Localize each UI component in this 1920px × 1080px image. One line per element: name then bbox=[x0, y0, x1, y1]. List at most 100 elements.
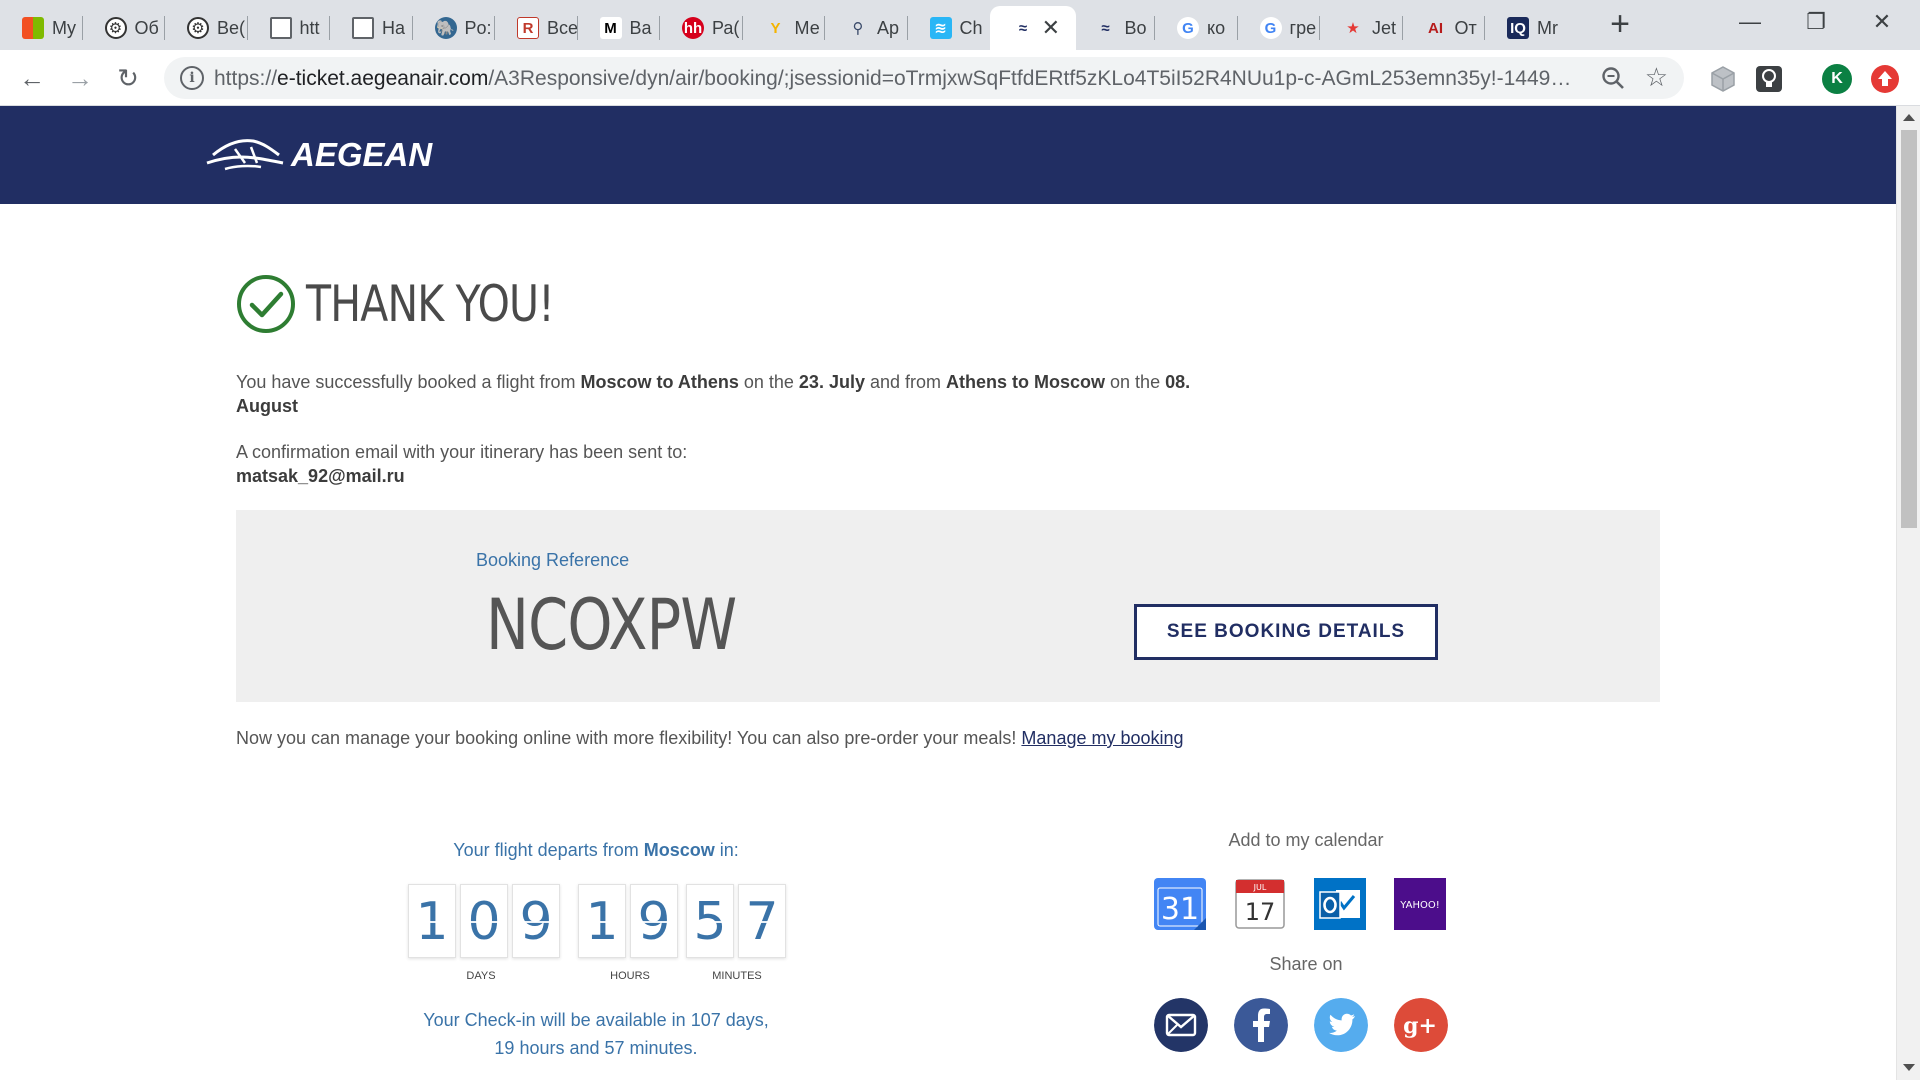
google-calendar-day: 31 bbox=[1161, 892, 1199, 927]
browser-tab[interactable]: Gко bbox=[1155, 6, 1238, 50]
browser-tab[interactable]: ★ Jet bbox=[1320, 6, 1403, 50]
booking-reference-label: Booking Reference bbox=[476, 550, 630, 570]
logo-wordmark: AEGEAN bbox=[291, 136, 433, 173]
ai-icon: AI bbox=[1428, 19, 1443, 37]
browser-tab[interactable]: ≈ Во bbox=[1073, 6, 1156, 50]
manage-booking-text: Now you can manage your booking online w… bbox=[236, 728, 1184, 749]
confirmation-email: matsak_92@mail.ru bbox=[236, 466, 405, 486]
browser-tab-label: На bbox=[382, 17, 406, 38]
browser-tab[interactable]: IQ Mr bbox=[1485, 6, 1568, 50]
scroll-down-arrow-icon[interactable] bbox=[1903, 1064, 1915, 1071]
see-booking-details-button[interactable]: SEE BOOKING DETAILS bbox=[1134, 604, 1438, 660]
browser-tab[interactable]: ≋ Ch bbox=[908, 6, 991, 50]
share-email-icon[interactable] bbox=[1154, 998, 1208, 1052]
browser-tab[interactable]: Y Ме bbox=[743, 6, 826, 50]
browser-tab-label: My bbox=[52, 17, 76, 38]
update-arrow-icon[interactable] bbox=[1870, 64, 1900, 94]
address-bar[interactable]: i https://e-ticket.aegeanair.com/A3Respo… bbox=[164, 57, 1684, 99]
yahoo-calendar-icon[interactable]: YAHOO! bbox=[1394, 878, 1446, 930]
booking-summary-text: You have successfully booked a flight fr… bbox=[236, 370, 1196, 418]
doc-icon: R bbox=[517, 17, 539, 39]
email-intro: A confirmation email with your itinerary… bbox=[236, 442, 688, 462]
browser-toolbar: ← → ↻ i https://e-ticket.aegeanair.com/A… bbox=[0, 50, 1920, 106]
aegean-icon: ≈ bbox=[1101, 19, 1110, 37]
browser-tab-label: гре bbox=[1289, 17, 1317, 38]
wifi-icon: ≋ bbox=[929, 17, 952, 39]
extension-bulb-icon[interactable] bbox=[1754, 64, 1784, 94]
browser-tab[interactable]: 🐘 Po: bbox=[413, 6, 496, 50]
back-button[interactable]: ← bbox=[14, 60, 50, 96]
browser-tab[interactable]: ⚲ Ар bbox=[825, 6, 908, 50]
page-icon bbox=[352, 17, 374, 39]
summary-part: on the bbox=[738, 372, 799, 392]
google-calendar-icon[interactable]: 31 bbox=[1154, 878, 1206, 930]
browser-tab[interactable]: htt bbox=[248, 6, 331, 50]
url-text[interactable]: https://e-ticket.aegeanair.com/A3Respons… bbox=[214, 67, 1574, 91]
browser-tab[interactable]: hh Ра( bbox=[660, 6, 743, 50]
zoom-icon[interactable] bbox=[1600, 65, 1626, 91]
thank-you-heading: THANK YOU! bbox=[236, 274, 608, 334]
manage-booking-link[interactable]: Manage my booking bbox=[1021, 728, 1183, 748]
browser-tab[interactable]: На bbox=[330, 6, 413, 50]
site-info-icon[interactable]: i bbox=[180, 66, 204, 90]
aegean-icon: ≈ bbox=[1018, 19, 1028, 37]
browser-tab[interactable]: ⚙ Об bbox=[83, 6, 166, 50]
countdown-digit-hours: 9 bbox=[630, 884, 678, 958]
browser-tab[interactable]: M Ва bbox=[578, 6, 661, 50]
svg-text:g+: g+ bbox=[1403, 1013, 1437, 1039]
browser-tab-label: Ва bbox=[629, 17, 652, 38]
days-label: DAYS bbox=[466, 970, 496, 982]
departure-city: Moscow bbox=[643, 840, 715, 860]
countdown-title: Your flight departs from Moscow in: bbox=[396, 840, 796, 861]
minimize-button[interactable]: — bbox=[1720, 6, 1780, 38]
browser-tab-label: Jet bbox=[1372, 17, 1397, 38]
success-check-icon bbox=[237, 275, 295, 333]
checkin-line: 19 hours and 57 minutes. bbox=[494, 1038, 698, 1058]
share-googleplus-icon[interactable]: g+ bbox=[1394, 998, 1448, 1052]
browser-tab[interactable]: ≈ ✕ bbox=[990, 6, 1076, 50]
close-tab-icon[interactable]: ✕ bbox=[1042, 17, 1060, 39]
add-to-calendar-title: Add to my calendar bbox=[1228, 830, 1384, 850]
browser-tab-label: Все bbox=[547, 17, 578, 38]
close-window-button[interactable]: ✕ bbox=[1852, 6, 1912, 38]
browser-tab-label: Po: bbox=[464, 17, 492, 38]
m-icon: M bbox=[599, 17, 622, 39]
share-twitter-icon[interactable] bbox=[1314, 998, 1368, 1052]
browser-tab[interactable]: Gгре bbox=[1238, 6, 1321, 50]
new-tab-button[interactable]: + bbox=[1604, 7, 1636, 42]
manage-info: Now you can manage your booking online w… bbox=[236, 728, 1022, 748]
apple-calendar-day: 17 bbox=[1245, 898, 1276, 926]
page-icon bbox=[269, 17, 292, 39]
share-facebook-icon[interactable] bbox=[1234, 998, 1288, 1052]
restore-button[interactable]: ❐ bbox=[1786, 6, 1846, 38]
extension-cube-icon[interactable] bbox=[1708, 64, 1738, 94]
hours-label: HOURS bbox=[610, 970, 650, 982]
outlook-calendar-icon[interactable] bbox=[1314, 878, 1366, 930]
site-header: AEGEAN bbox=[0, 106, 1896, 204]
postgres-icon: 🐘 bbox=[434, 17, 457, 39]
page-scrollbar[interactable] bbox=[1896, 106, 1920, 1080]
browser-tab-label: Во bbox=[1124, 17, 1147, 38]
url-host: e-ticket.aegeanair.com bbox=[277, 67, 489, 90]
apple-calendar-icon[interactable]: JUL 17 bbox=[1234, 878, 1286, 930]
browser-tab[interactable]: My bbox=[0, 6, 83, 50]
browser-tab-label: Mr bbox=[1537, 17, 1558, 38]
ymaps-icon: Y bbox=[770, 19, 781, 37]
checkin-line: Your Check-in will be available in 107 d… bbox=[423, 1010, 769, 1030]
reload-button[interactable]: ↻ bbox=[110, 60, 146, 96]
browser-tab-label: Об bbox=[134, 17, 159, 38]
browser-tab-label: Ch bbox=[959, 17, 983, 38]
browser-tab[interactable]: AI От bbox=[1403, 6, 1486, 50]
scrollbar-thumb[interactable] bbox=[1901, 130, 1917, 528]
browser-tab[interactable]: R Все bbox=[495, 6, 578, 50]
bookmark-star-icon[interactable]: ☆ bbox=[1645, 62, 1668, 92]
aegean-bird-icon bbox=[206, 139, 284, 171]
forward-button[interactable]: → bbox=[62, 60, 98, 96]
aegean-logo[interactable]: AEGEAN bbox=[205, 130, 432, 180]
url-path: /A3Responsive/dyn/air/booking/;jsessioni… bbox=[488, 67, 1574, 90]
scroll-up-arrow-icon[interactable] bbox=[1903, 114, 1915, 121]
browser-tab[interactable]: ⚙ Ве( bbox=[165, 6, 248, 50]
apple-calendar-month: JUL bbox=[1253, 883, 1267, 892]
profile-avatar[interactable]: K bbox=[1822, 64, 1852, 94]
browser-tab-label: htt bbox=[299, 17, 320, 38]
